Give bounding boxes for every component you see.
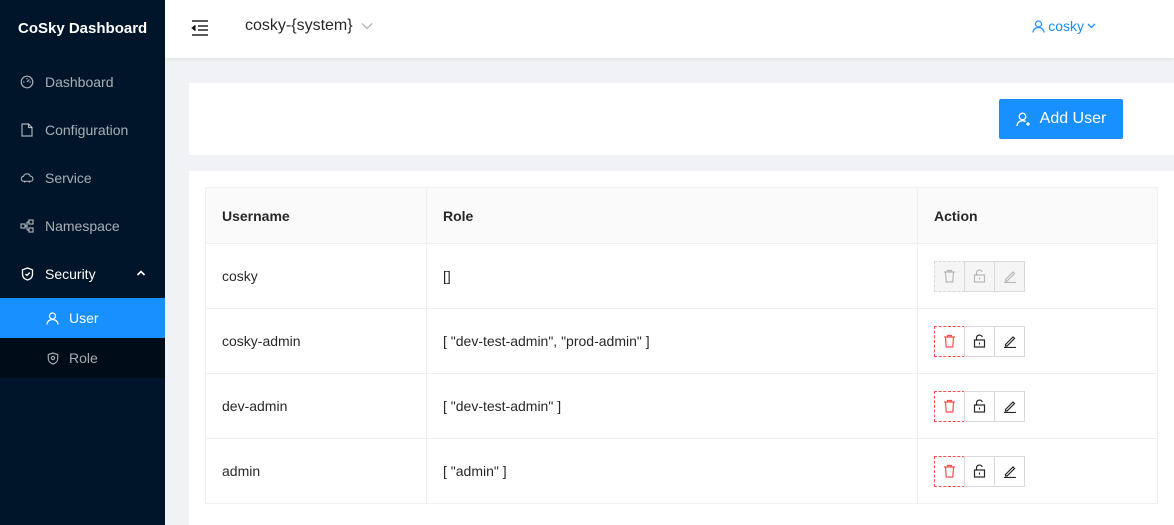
delete-icon bbox=[944, 399, 955, 413]
column-header-role: Role bbox=[426, 187, 918, 244]
sidebar-item-label: User bbox=[69, 310, 99, 326]
sidebar-item-namespace[interactable]: Namespace bbox=[0, 202, 165, 250]
delete-icon bbox=[944, 269, 955, 283]
cluster-icon bbox=[20, 219, 34, 233]
reset-password-button bbox=[964, 260, 995, 292]
file-icon bbox=[20, 123, 34, 137]
edit-icon bbox=[1003, 401, 1016, 413]
unlock-icon bbox=[973, 399, 986, 413]
app-title: CoSky Dashboard bbox=[18, 19, 148, 37]
reset-password-button[interactable] bbox=[964, 455, 995, 487]
user-icon bbox=[46, 311, 59, 325]
chevron-down-icon bbox=[1087, 23, 1096, 29]
unlock-icon bbox=[973, 464, 986, 478]
username-cell: cosky bbox=[205, 243, 427, 309]
sidebar-item-label: Security bbox=[45, 266, 96, 282]
table-header-row: Username Role Action bbox=[205, 187, 1158, 244]
column-header-action: Action bbox=[917, 187, 1158, 244]
add-user-label: Add User bbox=[1039, 110, 1107, 127]
reset-password-button[interactable] bbox=[964, 390, 995, 422]
role-cell: [ "dev-test-admin", "prod-admin" ] bbox=[426, 308, 918, 374]
table-row: cosky-admin [ "dev-test-admin", "prod-ad… bbox=[205, 308, 1158, 374]
edit-button[interactable] bbox=[994, 455, 1025, 487]
edit-button bbox=[994, 260, 1025, 292]
menu-fold-icon[interactable] bbox=[190, 19, 210, 37]
chevron-down-icon bbox=[361, 23, 373, 30]
reset-password-button[interactable] bbox=[964, 325, 995, 357]
sidebar-item-label: Configuration bbox=[45, 122, 129, 138]
sidebar-item-label: Dashboard bbox=[45, 74, 114, 90]
table-row: dev-admin [ "dev-test-admin" ] bbox=[205, 373, 1158, 439]
edit-button[interactable] bbox=[994, 325, 1025, 357]
sidebar-item-label: Service bbox=[45, 170, 92, 186]
sidebar-item-dashboard[interactable]: Dashboard bbox=[0, 58, 165, 106]
user-dropdown[interactable]: cosky bbox=[1029, 18, 1099, 34]
namespace-select[interactable]: cosky-{system} bbox=[245, 17, 373, 35]
user-add-icon bbox=[1015, 112, 1030, 126]
action-cell bbox=[917, 308, 1158, 374]
sidebar-item-label: Namespace bbox=[45, 218, 120, 234]
delete-button[interactable] bbox=[934, 325, 965, 357]
sidebar-item-service[interactable]: Service bbox=[0, 154, 165, 202]
delete-icon bbox=[944, 464, 955, 478]
sidebar-item-role[interactable]: Role bbox=[0, 338, 165, 378]
action-cell bbox=[917, 373, 1158, 439]
dashboard-icon bbox=[20, 75, 34, 89]
user-table-card: Username Role Action cosky [] cosky-admi… bbox=[189, 171, 1174, 525]
delete-button[interactable] bbox=[934, 390, 965, 422]
safety-icon bbox=[20, 267, 34, 281]
shield-icon bbox=[46, 351, 59, 365]
header: cosky-{system} cosky bbox=[165, 0, 1174, 58]
delete-button[interactable] bbox=[934, 455, 965, 487]
add-user-button[interactable]: Add User bbox=[999, 99, 1123, 139]
unlock-icon bbox=[973, 269, 986, 283]
cloud-icon bbox=[20, 171, 34, 185]
edit-icon bbox=[1003, 466, 1016, 478]
role-cell: [ "admin" ] bbox=[426, 438, 918, 504]
username-cell: cosky-admin bbox=[205, 308, 427, 374]
chevron-up-icon bbox=[136, 270, 146, 276]
column-header-username: Username bbox=[205, 187, 427, 244]
username-label: cosky bbox=[1048, 18, 1084, 34]
action-cell bbox=[917, 243, 1158, 309]
username-cell: admin bbox=[205, 438, 427, 504]
edit-icon bbox=[1003, 336, 1016, 348]
username-cell: dev-admin bbox=[205, 373, 427, 439]
role-cell: [ "dev-test-admin" ] bbox=[426, 373, 918, 439]
sidebar-item-user[interactable]: User bbox=[0, 298, 165, 338]
edit-button[interactable] bbox=[994, 390, 1025, 422]
sidebar-item-security[interactable]: Security bbox=[0, 250, 165, 298]
sidebar-item-configuration[interactable]: Configuration bbox=[0, 106, 165, 154]
role-cell: [] bbox=[426, 243, 918, 309]
delete-icon bbox=[944, 334, 955, 348]
namespace-value: cosky-{system} bbox=[245, 17, 353, 34]
security-submenu: User Role bbox=[0, 298, 165, 378]
sidebar-item-label: Role bbox=[69, 350, 98, 366]
table-row: cosky [] bbox=[205, 243, 1158, 309]
user-icon bbox=[1032, 19, 1045, 33]
sidebar: CoSky Dashboard Dashboard Configuration … bbox=[0, 0, 165, 525]
action-cell bbox=[917, 438, 1158, 504]
unlock-icon bbox=[973, 334, 986, 348]
toolbar-card: Add User bbox=[189, 83, 1174, 155]
sidebar-menu: Dashboard Configuration Service Namespac… bbox=[0, 58, 165, 378]
user-table: Username Role Action cosky [] cosky-admi… bbox=[205, 187, 1158, 504]
delete-button bbox=[934, 260, 965, 292]
table-row: admin [ "admin" ] bbox=[205, 438, 1158, 504]
edit-icon bbox=[1003, 271, 1016, 283]
